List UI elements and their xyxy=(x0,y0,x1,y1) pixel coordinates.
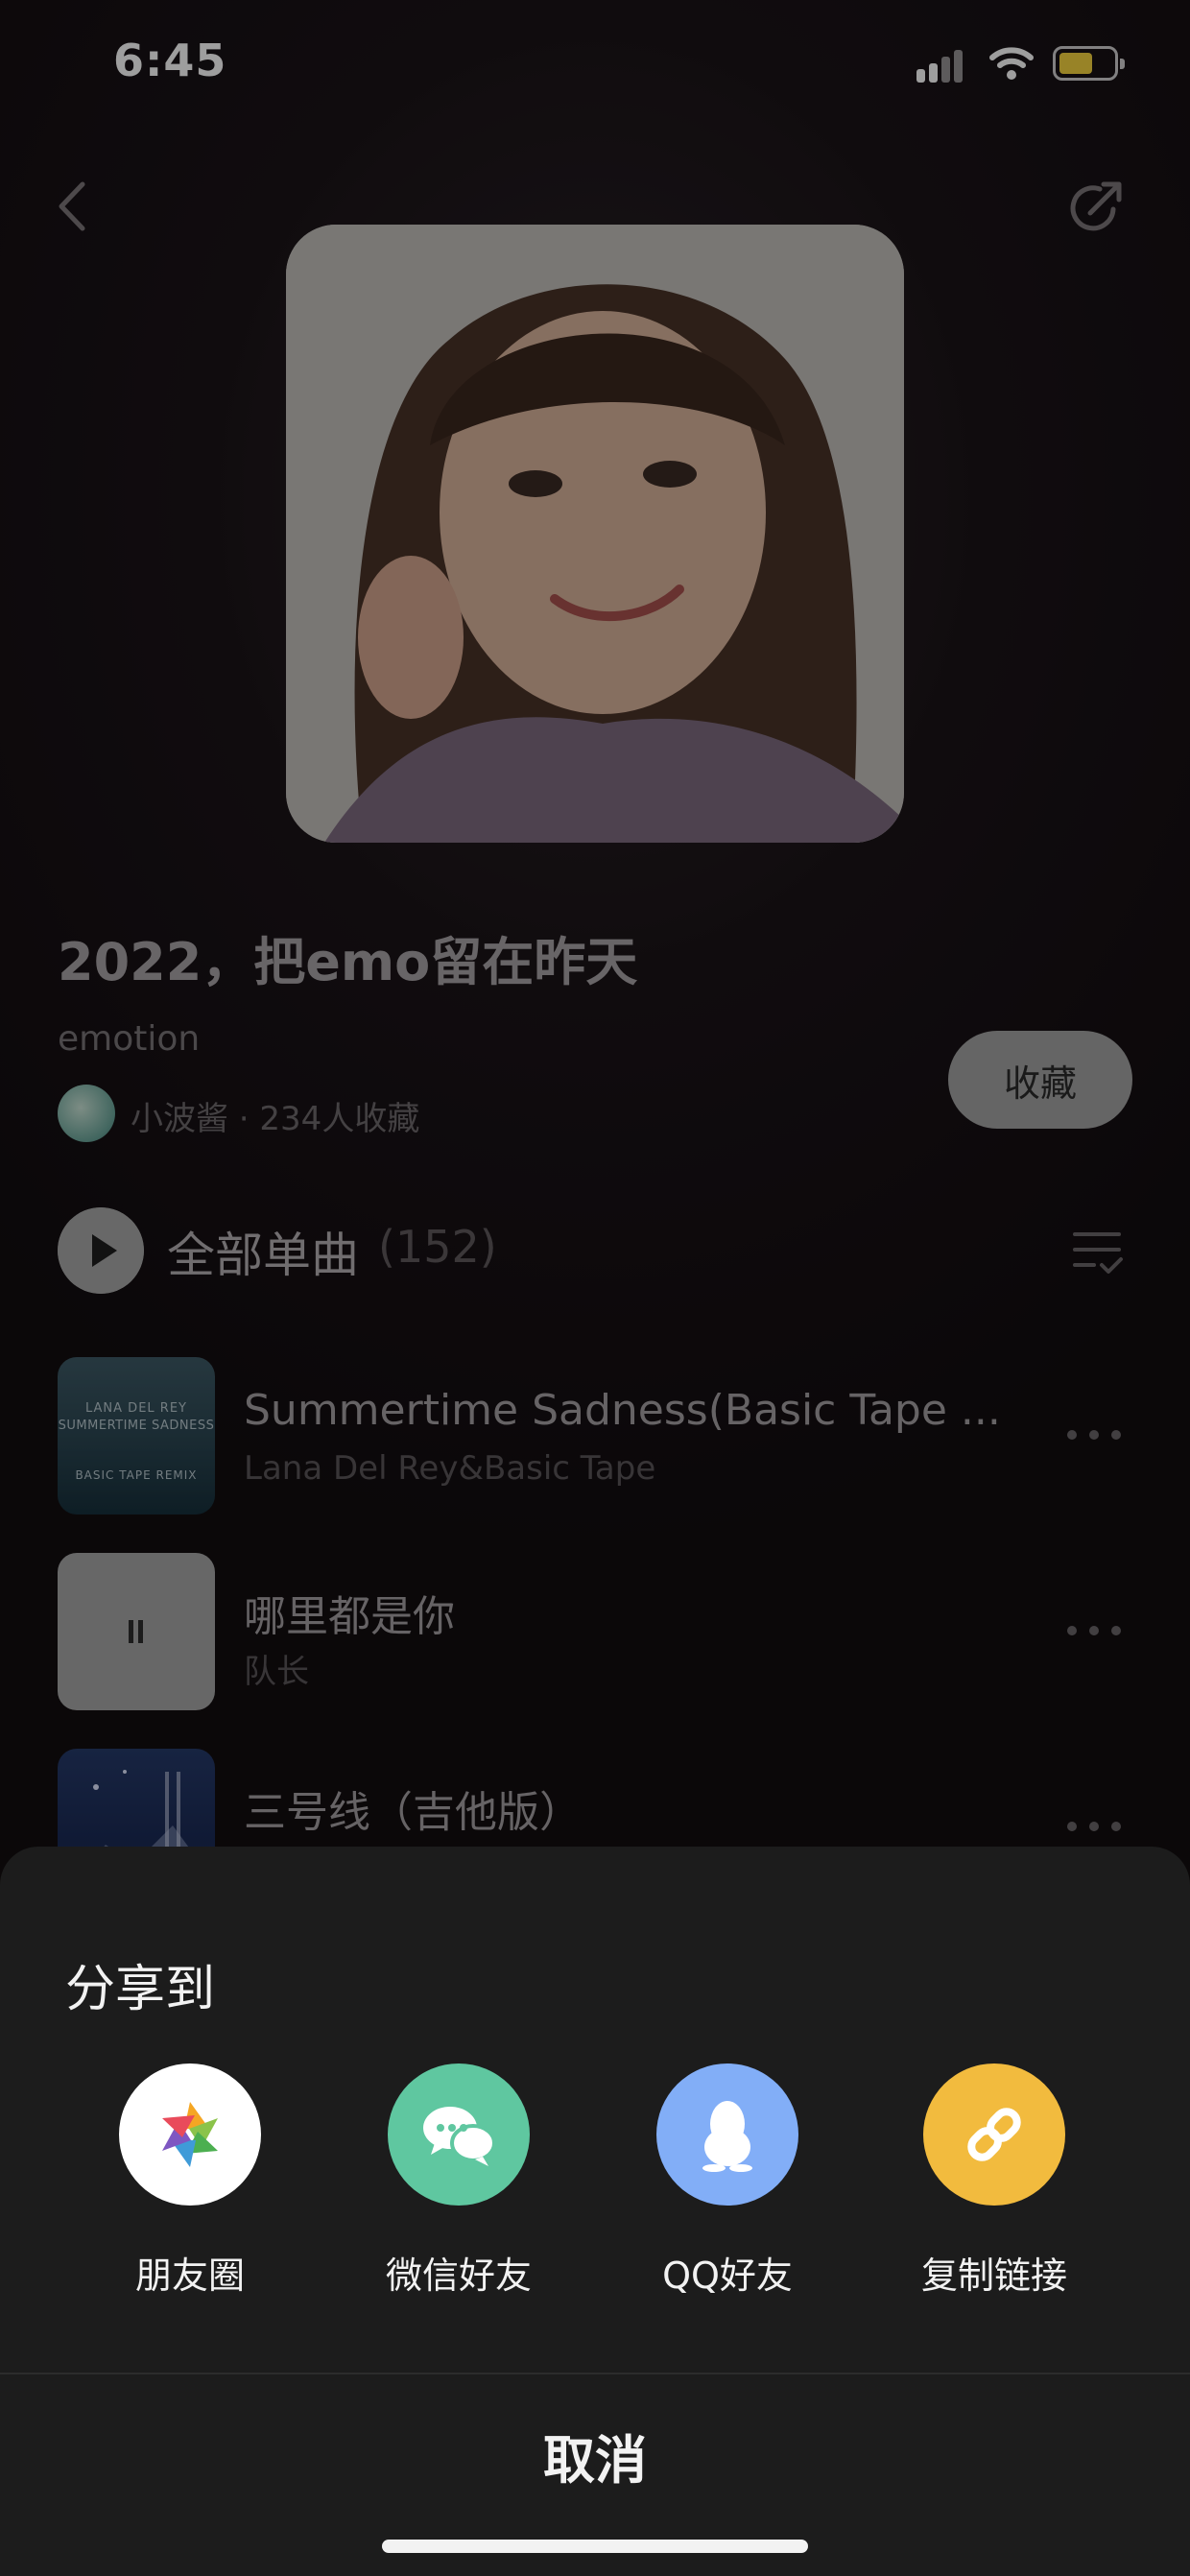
wechat-icon xyxy=(388,2063,530,2206)
share-sheet: 分享到 朋友圈 微信好友 QQ好友 复制链接 取消 xyxy=(0,1847,1190,2576)
share-qq-button[interactable]: QQ好友 xyxy=(622,2063,833,2297)
share-target-label: 复制链接 xyxy=(920,2254,1067,2297)
home-indicator[interactable] xyxy=(382,2540,808,2553)
share-target-label: 微信好友 xyxy=(385,2254,532,2297)
link-icon xyxy=(923,2063,1065,2206)
share-wechat-button[interactable]: 微信好友 xyxy=(353,2063,564,2297)
divider xyxy=(0,2373,1190,2374)
share-sheet-title: 分享到 xyxy=(65,1961,216,2018)
cancel-button[interactable]: 取消 xyxy=(0,2376,1190,2534)
qq-penguin-icon xyxy=(656,2063,798,2206)
playlist-page: 6:45 2022，把emo留在昨天 emotion 小波酱 · 234人收藏 … xyxy=(0,0,1190,2576)
share-moments-button[interactable]: 朋友圈 xyxy=(84,2063,296,2297)
copy-link-button[interactable]: 复制链接 xyxy=(889,2063,1100,2297)
share-target-label: 朋友圈 xyxy=(134,2254,245,2297)
moments-aperture-icon xyxy=(119,2063,261,2206)
share-target-label: QQ好友 xyxy=(662,2254,793,2297)
